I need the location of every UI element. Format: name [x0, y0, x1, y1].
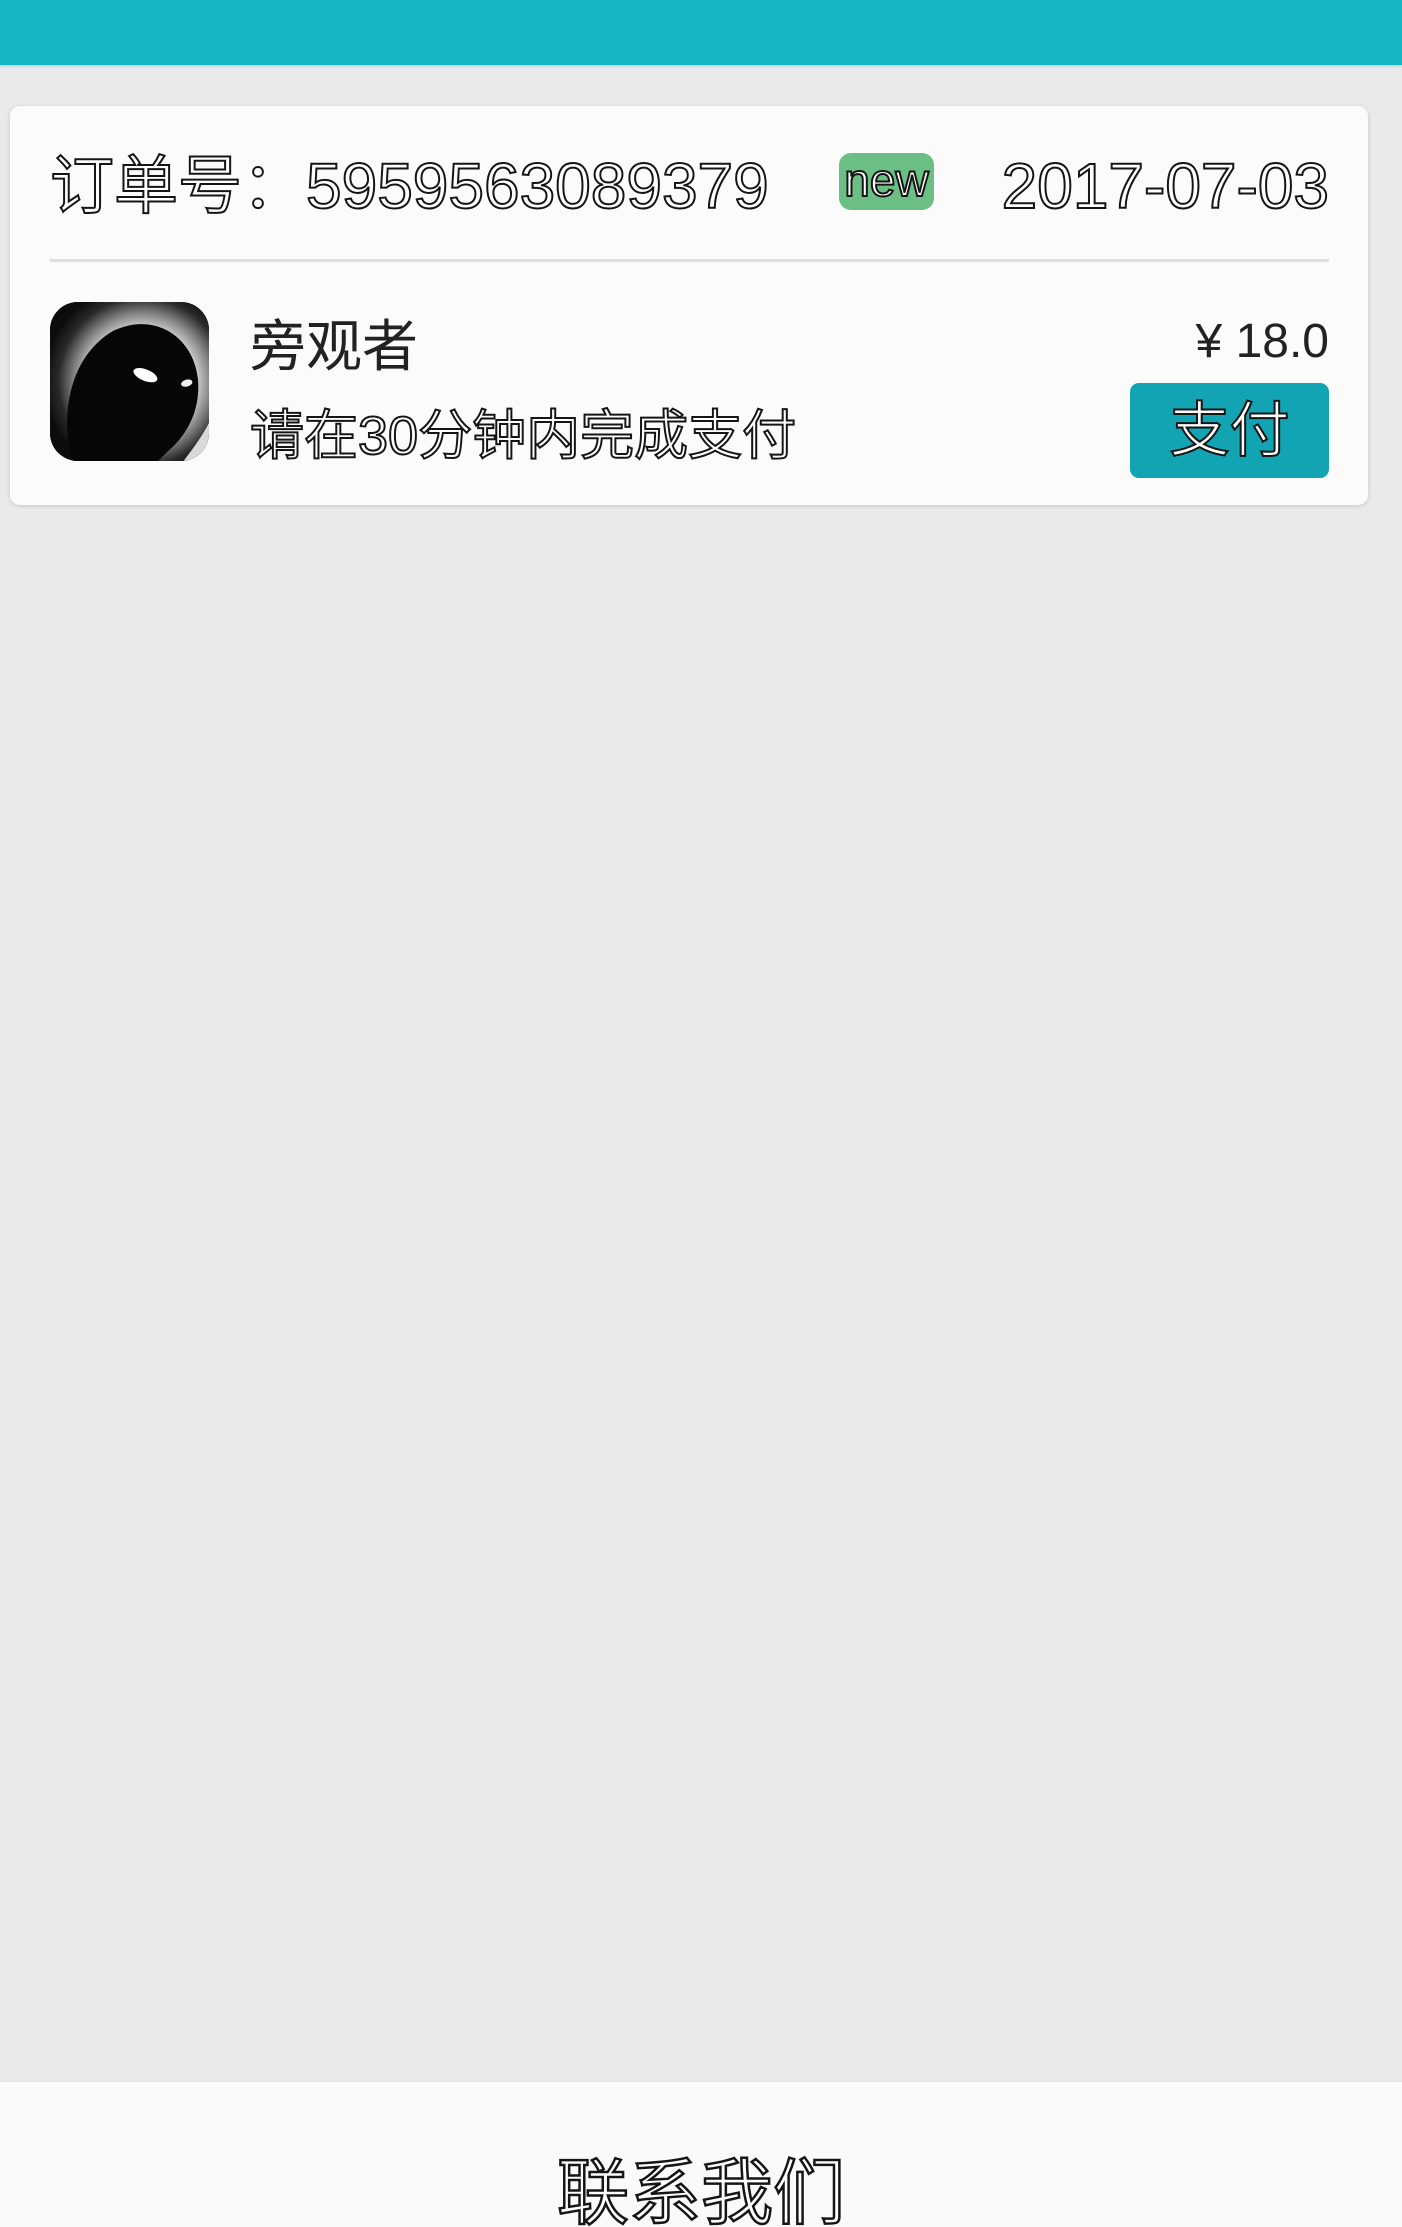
new-badge: new [839, 153, 934, 210]
order-number: 订单号：5959563089379 [49, 146, 770, 226]
order-card[interactable]: 订单号：5959563089379 new 2017-07-03 旁观者 请在3… [10, 106, 1368, 505]
item-title: 旁观者 [250, 315, 418, 378]
top-app-bar [0, 0, 1402, 65]
order-number-label: 订单号： [49, 149, 307, 223]
pay-button[interactable]: 支付 [1130, 383, 1329, 478]
game-cover-image [50, 302, 209, 461]
bottom-bar: 联系我们 [0, 2081, 1402, 2227]
item-price: ¥ 18.0 [1195, 315, 1329, 368]
payment-hint: 请在30分钟内完成支付 [249, 405, 797, 467]
order-number-value: 5959563089379 [305, 149, 770, 223]
order-date: 2017-07-03 [1001, 149, 1330, 223]
contact-us-button[interactable]: 联系我们 [0, 2153, 1402, 2227]
divider [50, 259, 1329, 262]
game-cover-icon [50, 302, 209, 461]
